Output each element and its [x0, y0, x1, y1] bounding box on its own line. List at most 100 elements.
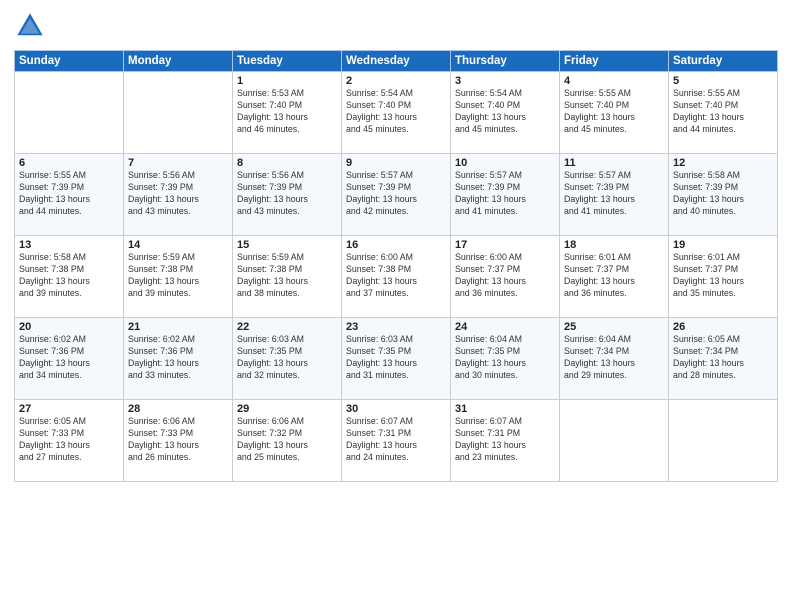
day-number: 6 [19, 157, 119, 169]
day-cell: 15Sunrise: 5:59 AMSunset: 7:38 PMDayligh… [233, 236, 342, 318]
week-row-0: 1Sunrise: 5:53 AMSunset: 7:40 PMDaylight… [15, 72, 778, 154]
day-number: 14 [128, 239, 228, 251]
day-number: 13 [19, 239, 119, 251]
day-number: 16 [346, 239, 446, 251]
day-detail: Sunrise: 5:56 AMSunset: 7:39 PMDaylight:… [237, 170, 337, 218]
day-detail: Sunrise: 6:07 AMSunset: 7:31 PMDaylight:… [346, 416, 446, 464]
day-cell: 28Sunrise: 6:06 AMSunset: 7:33 PMDayligh… [124, 400, 233, 482]
day-cell [124, 72, 233, 154]
day-cell [669, 400, 778, 482]
day-detail: Sunrise: 6:01 AMSunset: 7:37 PMDaylight:… [673, 252, 773, 300]
day-cell: 9Sunrise: 5:57 AMSunset: 7:39 PMDaylight… [342, 154, 451, 236]
day-detail: Sunrise: 5:55 AMSunset: 7:39 PMDaylight:… [19, 170, 119, 218]
day-cell: 20Sunrise: 6:02 AMSunset: 7:36 PMDayligh… [15, 318, 124, 400]
day-number: 28 [128, 403, 228, 415]
day-detail: Sunrise: 6:02 AMSunset: 7:36 PMDaylight:… [19, 334, 119, 382]
weekday-thursday: Thursday [451, 51, 560, 72]
day-detail: Sunrise: 5:57 AMSunset: 7:39 PMDaylight:… [564, 170, 664, 218]
day-number: 19 [673, 239, 773, 251]
day-detail: Sunrise: 5:54 AMSunset: 7:40 PMDaylight:… [455, 88, 555, 136]
header [14, 10, 778, 42]
weekday-wednesday: Wednesday [342, 51, 451, 72]
day-detail: Sunrise: 5:58 AMSunset: 7:38 PMDaylight:… [19, 252, 119, 300]
day-cell: 23Sunrise: 6:03 AMSunset: 7:35 PMDayligh… [342, 318, 451, 400]
day-number: 15 [237, 239, 337, 251]
day-detail: Sunrise: 6:03 AMSunset: 7:35 PMDaylight:… [237, 334, 337, 382]
day-cell: 8Sunrise: 5:56 AMSunset: 7:39 PMDaylight… [233, 154, 342, 236]
day-number: 24 [455, 321, 555, 333]
day-detail: Sunrise: 6:04 AMSunset: 7:35 PMDaylight:… [455, 334, 555, 382]
day-cell [15, 72, 124, 154]
day-cell: 11Sunrise: 5:57 AMSunset: 7:39 PMDayligh… [560, 154, 669, 236]
day-cell: 18Sunrise: 6:01 AMSunset: 7:37 PMDayligh… [560, 236, 669, 318]
day-cell: 7Sunrise: 5:56 AMSunset: 7:39 PMDaylight… [124, 154, 233, 236]
week-row-4: 27Sunrise: 6:05 AMSunset: 7:33 PMDayligh… [15, 400, 778, 482]
day-cell: 30Sunrise: 6:07 AMSunset: 7:31 PMDayligh… [342, 400, 451, 482]
day-number: 31 [455, 403, 555, 415]
weekday-monday: Monday [124, 51, 233, 72]
day-number: 27 [19, 403, 119, 415]
day-cell: 5Sunrise: 5:55 AMSunset: 7:40 PMDaylight… [669, 72, 778, 154]
day-number: 18 [564, 239, 664, 251]
day-detail: Sunrise: 5:57 AMSunset: 7:39 PMDaylight:… [346, 170, 446, 218]
day-cell: 4Sunrise: 5:55 AMSunset: 7:40 PMDaylight… [560, 72, 669, 154]
day-cell: 25Sunrise: 6:04 AMSunset: 7:34 PMDayligh… [560, 318, 669, 400]
day-detail: Sunrise: 6:05 AMSunset: 7:34 PMDaylight:… [673, 334, 773, 382]
day-cell: 3Sunrise: 5:54 AMSunset: 7:40 PMDaylight… [451, 72, 560, 154]
day-detail: Sunrise: 6:02 AMSunset: 7:36 PMDaylight:… [128, 334, 228, 382]
day-number: 30 [346, 403, 446, 415]
day-detail: Sunrise: 5:59 AMSunset: 7:38 PMDaylight:… [237, 252, 337, 300]
day-cell: 19Sunrise: 6:01 AMSunset: 7:37 PMDayligh… [669, 236, 778, 318]
calendar-table: SundayMondayTuesdayWednesdayThursdayFrid… [14, 50, 778, 482]
day-number: 29 [237, 403, 337, 415]
day-detail: Sunrise: 5:55 AMSunset: 7:40 PMDaylight:… [564, 88, 664, 136]
logo-icon [14, 10, 46, 42]
day-cell: 14Sunrise: 5:59 AMSunset: 7:38 PMDayligh… [124, 236, 233, 318]
day-detail: Sunrise: 6:00 AMSunset: 7:37 PMDaylight:… [455, 252, 555, 300]
day-number: 22 [237, 321, 337, 333]
weekday-header-row: SundayMondayTuesdayWednesdayThursdayFrid… [15, 51, 778, 72]
day-detail: Sunrise: 6:01 AMSunset: 7:37 PMDaylight:… [564, 252, 664, 300]
week-row-2: 13Sunrise: 5:58 AMSunset: 7:38 PMDayligh… [15, 236, 778, 318]
day-cell: 27Sunrise: 6:05 AMSunset: 7:33 PMDayligh… [15, 400, 124, 482]
week-row-3: 20Sunrise: 6:02 AMSunset: 7:36 PMDayligh… [15, 318, 778, 400]
day-detail: Sunrise: 5:54 AMSunset: 7:40 PMDaylight:… [346, 88, 446, 136]
day-number: 17 [455, 239, 555, 251]
day-cell [560, 400, 669, 482]
day-number: 21 [128, 321, 228, 333]
day-number: 11 [564, 157, 664, 169]
day-detail: Sunrise: 6:04 AMSunset: 7:34 PMDaylight:… [564, 334, 664, 382]
day-detail: Sunrise: 5:59 AMSunset: 7:38 PMDaylight:… [128, 252, 228, 300]
day-detail: Sunrise: 5:53 AMSunset: 7:40 PMDaylight:… [237, 88, 337, 136]
day-cell: 29Sunrise: 6:06 AMSunset: 7:32 PMDayligh… [233, 400, 342, 482]
day-detail: Sunrise: 5:56 AMSunset: 7:39 PMDaylight:… [128, 170, 228, 218]
day-detail: Sunrise: 6:03 AMSunset: 7:35 PMDaylight:… [346, 334, 446, 382]
day-detail: Sunrise: 5:58 AMSunset: 7:39 PMDaylight:… [673, 170, 773, 218]
day-cell: 22Sunrise: 6:03 AMSunset: 7:35 PMDayligh… [233, 318, 342, 400]
weekday-saturday: Saturday [669, 51, 778, 72]
weekday-sunday: Sunday [15, 51, 124, 72]
day-number: 7 [128, 157, 228, 169]
day-cell: 16Sunrise: 6:00 AMSunset: 7:38 PMDayligh… [342, 236, 451, 318]
day-detail: Sunrise: 6:06 AMSunset: 7:32 PMDaylight:… [237, 416, 337, 464]
day-cell: 6Sunrise: 5:55 AMSunset: 7:39 PMDaylight… [15, 154, 124, 236]
day-detail: Sunrise: 6:00 AMSunset: 7:38 PMDaylight:… [346, 252, 446, 300]
day-detail: Sunrise: 5:55 AMSunset: 7:40 PMDaylight:… [673, 88, 773, 136]
day-detail: Sunrise: 6:06 AMSunset: 7:33 PMDaylight:… [128, 416, 228, 464]
day-number: 20 [19, 321, 119, 333]
week-row-1: 6Sunrise: 5:55 AMSunset: 7:39 PMDaylight… [15, 154, 778, 236]
day-cell: 13Sunrise: 5:58 AMSunset: 7:38 PMDayligh… [15, 236, 124, 318]
day-cell: 17Sunrise: 6:00 AMSunset: 7:37 PMDayligh… [451, 236, 560, 318]
day-number: 5 [673, 75, 773, 87]
day-number: 23 [346, 321, 446, 333]
day-detail: Sunrise: 6:05 AMSunset: 7:33 PMDaylight:… [19, 416, 119, 464]
day-number: 8 [237, 157, 337, 169]
day-cell: 2Sunrise: 5:54 AMSunset: 7:40 PMDaylight… [342, 72, 451, 154]
day-cell: 31Sunrise: 6:07 AMSunset: 7:31 PMDayligh… [451, 400, 560, 482]
day-cell: 26Sunrise: 6:05 AMSunset: 7:34 PMDayligh… [669, 318, 778, 400]
day-cell: 10Sunrise: 5:57 AMSunset: 7:39 PMDayligh… [451, 154, 560, 236]
page: SundayMondayTuesdayWednesdayThursdayFrid… [0, 0, 792, 612]
day-detail: Sunrise: 6:07 AMSunset: 7:31 PMDaylight:… [455, 416, 555, 464]
weekday-tuesday: Tuesday [233, 51, 342, 72]
day-number: 25 [564, 321, 664, 333]
